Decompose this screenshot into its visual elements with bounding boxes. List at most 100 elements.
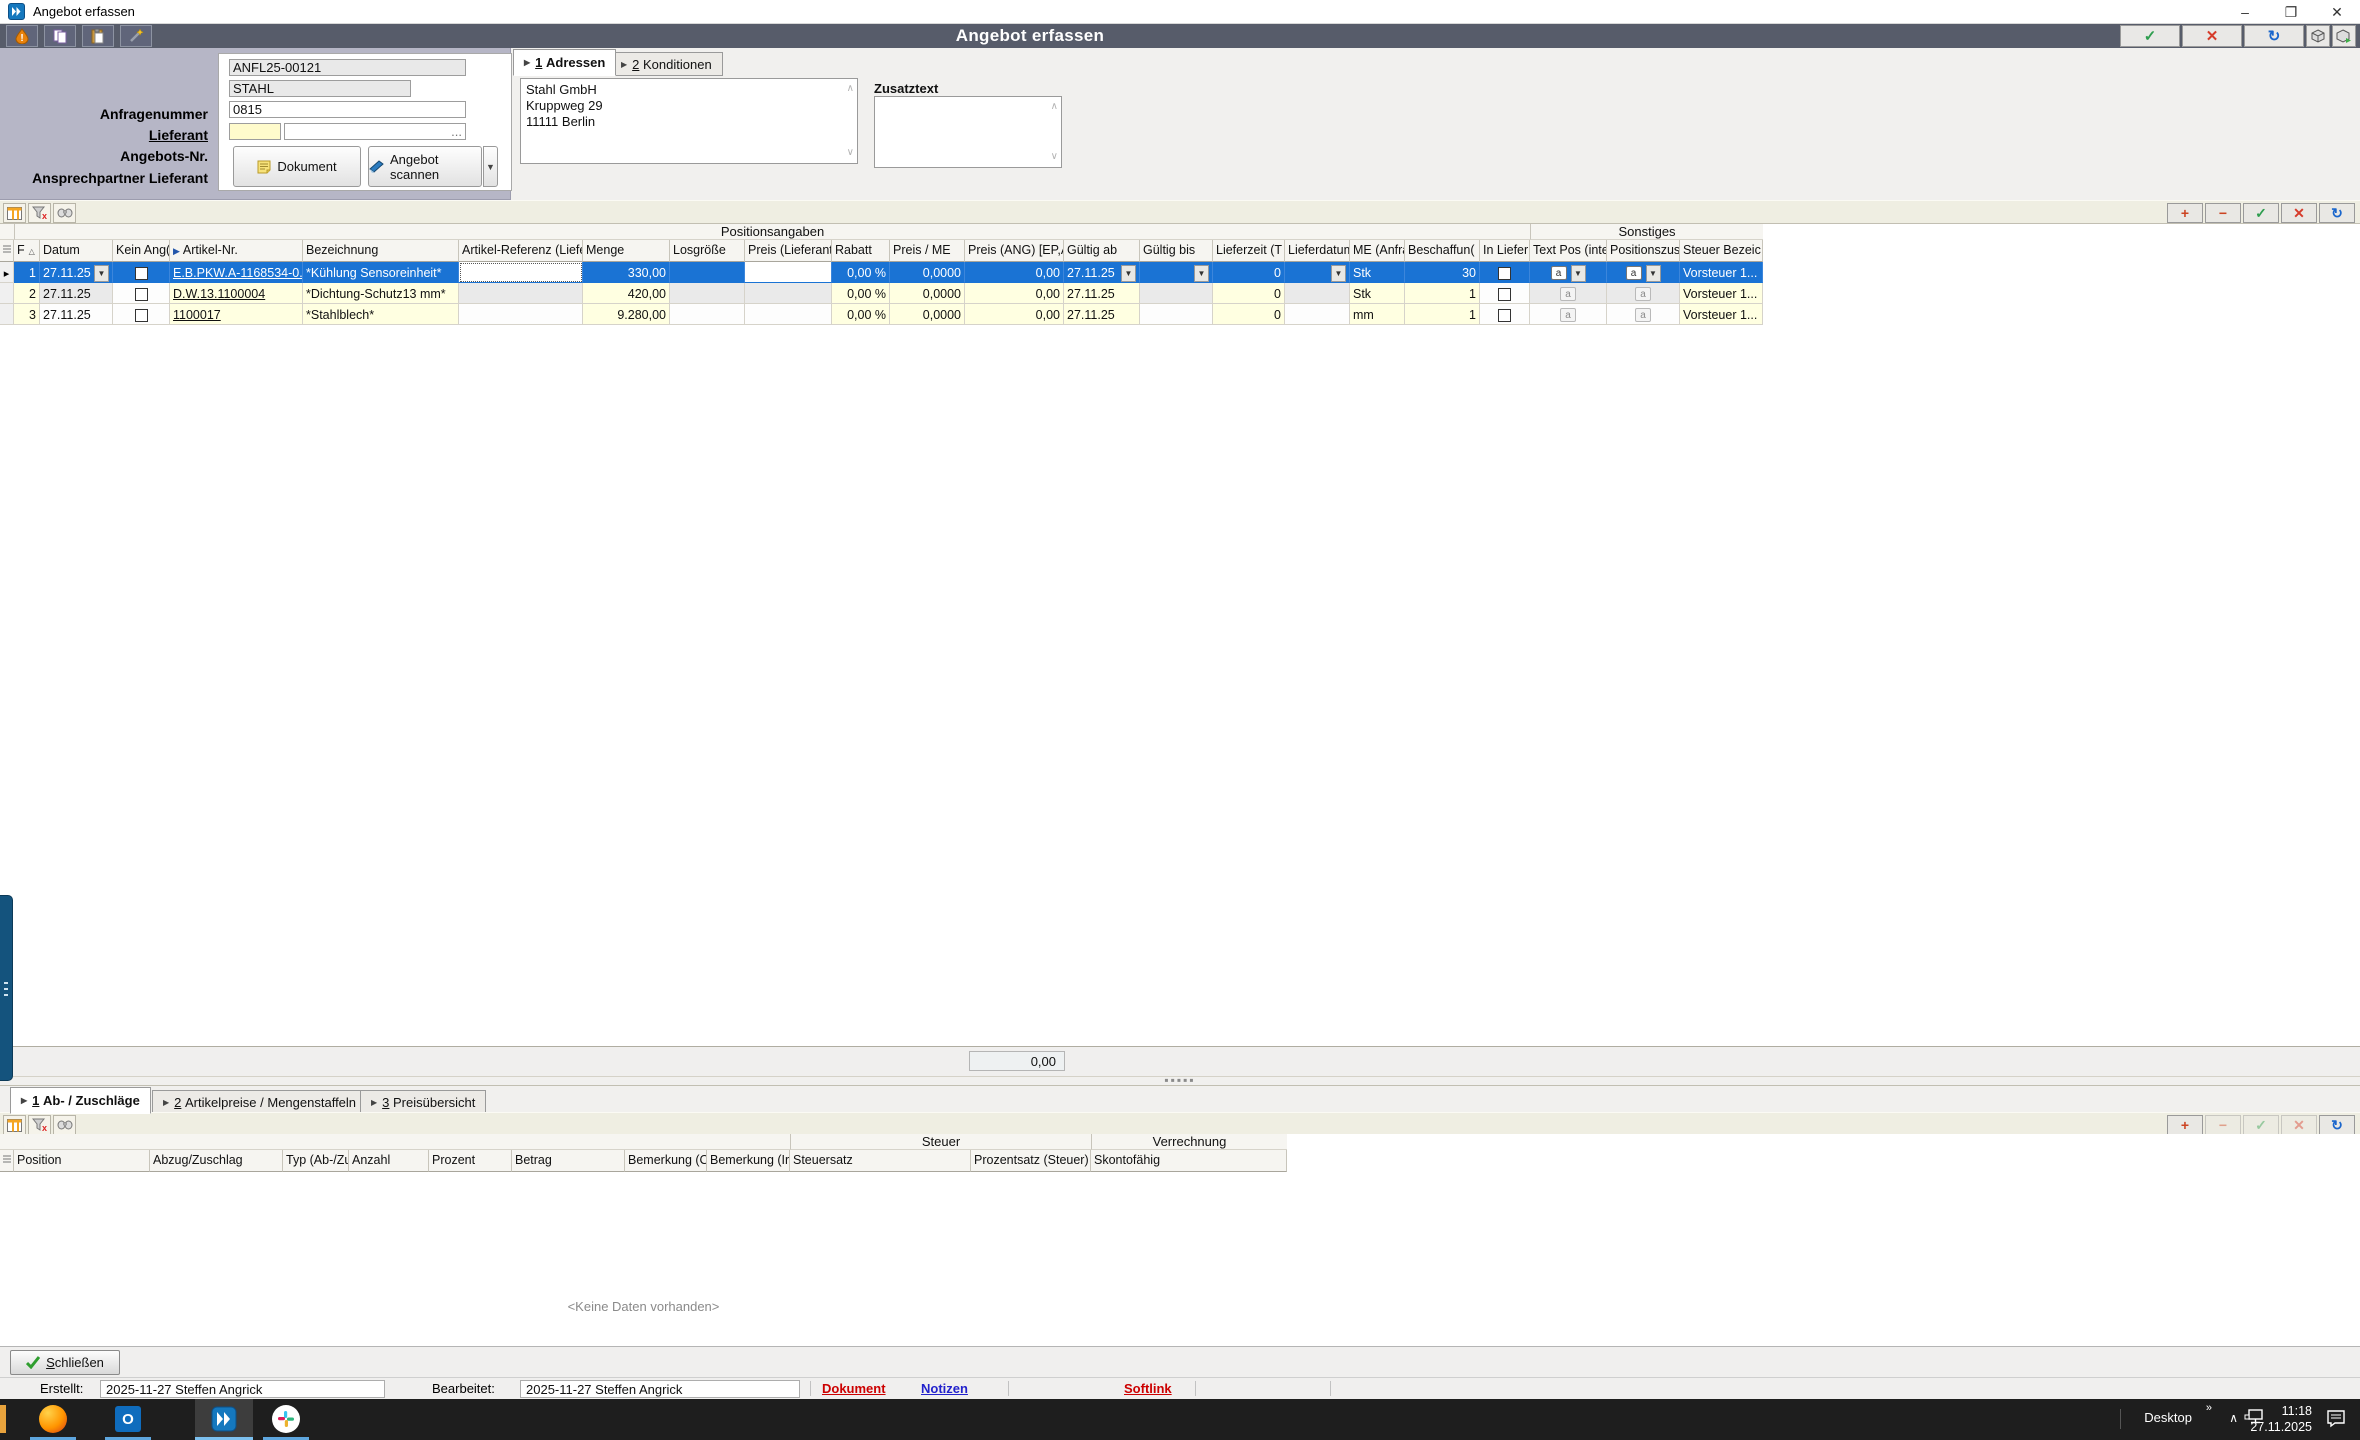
column-header[interactable]: Steuer Bezeic — [1680, 240, 1763, 262]
grid-cell[interactable] — [113, 304, 170, 325]
angebots-nr-field[interactable]: 0815 — [229, 101, 466, 118]
grid-cell[interactable] — [459, 304, 583, 325]
grid-cell[interactable]: 0,00 — [965, 304, 1064, 325]
package-run-icon[interactable] — [2332, 25, 2356, 47]
grid-cell[interactable]: E.B.PKW.A-1168534-0... — [170, 262, 303, 283]
table-layout-icon[interactable] — [3, 203, 26, 223]
dropdown-icon[interactable]: ▼ — [1646, 265, 1661, 282]
notification-center-icon[interactable] — [2326, 1409, 2346, 1431]
grid-cell[interactable]: 0,00 % — [832, 262, 890, 283]
dropdown-icon[interactable]: ▼ — [1571, 265, 1586, 282]
column-header[interactable]: Datum — [40, 240, 113, 262]
add-row-button[interactable]: + — [2167, 203, 2203, 223]
tab-konditionen[interactable]: ▶ 2 Konditionen — [610, 52, 723, 76]
text-document-icon[interactable]: a — [1560, 287, 1576, 301]
grid-cell[interactable] — [670, 262, 745, 283]
grid-cell[interactable]: ▸ — [0, 262, 14, 283]
grid-cell[interactable]: 2 — [14, 283, 40, 304]
grid-cell[interactable]: D.W.13.1100004 — [170, 283, 303, 304]
grid-cell[interactable]: *Kühlung Sensoreinheit* — [303, 262, 459, 283]
column-header[interactable]: Bemerkung (Ir — [707, 1150, 790, 1172]
checkbox[interactable] — [1498, 288, 1511, 301]
ansprechpartner-name-field[interactable]: ... — [284, 123, 466, 140]
grid-cell[interactable]: 0,00 % — [832, 283, 890, 304]
grid-cell[interactable]: 0,0000 — [890, 283, 965, 304]
grid-cell[interactable]: 27.11.25 — [40, 283, 113, 304]
text-document-icon[interactable]: a — [1551, 266, 1567, 280]
hidden-icons-chevron[interactable]: ∧ — [2229, 1411, 2238, 1425]
refresh-button[interactable]: ↻ — [2244, 25, 2304, 47]
splitter-grip[interactable]: ▪▪▪▪▪ — [1130, 1073, 1230, 1087]
grid-cell[interactable]: a — [1530, 283, 1607, 304]
notizen-link[interactable]: Notizen — [921, 1381, 968, 1396]
ansprechpartner-code-field[interactable] — [229, 123, 281, 140]
column-header[interactable]: Losgröße — [670, 240, 745, 262]
column-header[interactable]: Bemerkung (C — [625, 1150, 707, 1172]
column-header[interactable]: Preis (Lieferant — [745, 240, 832, 262]
column-header[interactable]: Artikel-Referenz (Liefer — [459, 240, 583, 262]
column-header[interactable]: Abzug/Zuschlag — [150, 1150, 283, 1172]
grid-cell[interactable]: 0,00 % — [832, 304, 890, 325]
softlink-link[interactable]: Softlink — [1124, 1381, 1172, 1396]
grid-cell[interactable]: 9.280,00 — [583, 304, 670, 325]
grid-cell[interactable] — [1480, 283, 1530, 304]
grid-cell[interactable]: a — [1607, 283, 1680, 304]
grid-cell[interactable]: mm — [1350, 304, 1405, 325]
scroll-down-icon[interactable]: ∨ — [847, 145, 854, 161]
checkbox[interactable] — [135, 267, 148, 280]
search-binoculars-icon[interactable] — [53, 1115, 76, 1135]
column-header[interactable]: Positionszus — [1607, 240, 1680, 262]
grid-cell[interactable]: 27.11.25 — [40, 304, 113, 325]
filter-clear-icon[interactable]: x — [28, 1115, 51, 1135]
grid-cell[interactable]: Vorsteuer 1... — [1680, 304, 1763, 325]
grid-cell[interactable]: 0 — [1213, 262, 1285, 283]
scroll-up-icon[interactable]: ∧ — [847, 81, 854, 97]
reload-grid-button[interactable]: ↻ — [2319, 203, 2355, 223]
column-header[interactable]: F△ — [14, 240, 40, 262]
tab-adressen[interactable]: ▶ 1 Adressen — [513, 49, 616, 76]
pane-splitter[interactable]: ▪▪▪▪▪ — [0, 1076, 2360, 1086]
grid-cell[interactable]: Vorsteuer 1... — [1680, 283, 1763, 304]
angebot-scannen-button[interactable]: Angebot scannen — [368, 146, 482, 187]
schliessen-button[interactable]: Schließen — [10, 1350, 120, 1375]
artikel-link[interactable]: 1100017 — [173, 308, 221, 322]
restore-icon[interactable]: ❐ — [2268, 0, 2314, 24]
text-document-icon[interactable]: a — [1560, 308, 1576, 322]
grid-cell[interactable]: 30 — [1405, 262, 1480, 283]
table-row[interactable]: ▸127.11.25▼ E.B.PKW.A-1168534-0...*Kühlun… — [0, 262, 1763, 283]
cancel-button[interactable]: ✕ — [2182, 25, 2242, 47]
grid-cell[interactable] — [745, 262, 832, 283]
grid-cell[interactable]: 27.11.25▼ — [40, 262, 113, 283]
grid-cell[interactable]: 1 — [14, 262, 40, 283]
grid-cell[interactable] — [1285, 304, 1350, 325]
column-header[interactable]: Rabatt — [832, 240, 890, 262]
tab-preisuebersicht[interactable]: ▶ 3 Preisübersicht — [360, 1090, 486, 1114]
dropdown-icon[interactable]: ▼ — [1331, 265, 1346, 282]
scroll-up-icon[interactable]: ∧ — [1051, 99, 1058, 115]
collapsed-side-panel-tab[interactable] — [0, 895, 13, 1081]
checkbox[interactable] — [1498, 309, 1511, 322]
zusatztext-textarea[interactable]: ∧ ∨ — [874, 96, 1062, 168]
clock[interactable]: 11:18 27.11.2025 — [2250, 1403, 2312, 1435]
grid-cell[interactable] — [459, 262, 583, 283]
checkbox[interactable] — [135, 288, 148, 301]
search-binoculars-icon[interactable] — [53, 203, 76, 223]
grid-cell[interactable] — [1480, 304, 1530, 325]
column-header[interactable]: Prozent — [429, 1150, 512, 1172]
tab-ab-zuschlaege[interactable]: ▶ 1 Ab- / Zuschläge — [10, 1087, 151, 1114]
column-header[interactable]: Position — [14, 1150, 150, 1172]
column-header[interactable]: Lieferzeit (T — [1213, 240, 1285, 262]
grid-cell[interactable] — [745, 283, 832, 304]
grid-cell[interactable]: a▼ — [1530, 262, 1607, 283]
confirm-button[interactable]: ✓ — [2120, 25, 2180, 47]
grid-cell[interactable] — [1140, 283, 1213, 304]
partial-app-icon[interactable] — [0, 1405, 6, 1433]
grid-cell[interactable]: 420,00 — [583, 283, 670, 304]
column-header[interactable]: Preis / ME — [890, 240, 965, 262]
column-header[interactable]: In Liefer — [1480, 240, 1530, 262]
column-header[interactable]: Skontofähig — [1091, 1150, 1287, 1172]
grid-cell[interactable] — [1140, 304, 1213, 325]
column-header[interactable]: Gültig bis — [1140, 240, 1213, 262]
column-header[interactable]: Typ (Ab-/Zus — [283, 1150, 349, 1172]
grid-cell[interactable]: a — [1607, 304, 1680, 325]
